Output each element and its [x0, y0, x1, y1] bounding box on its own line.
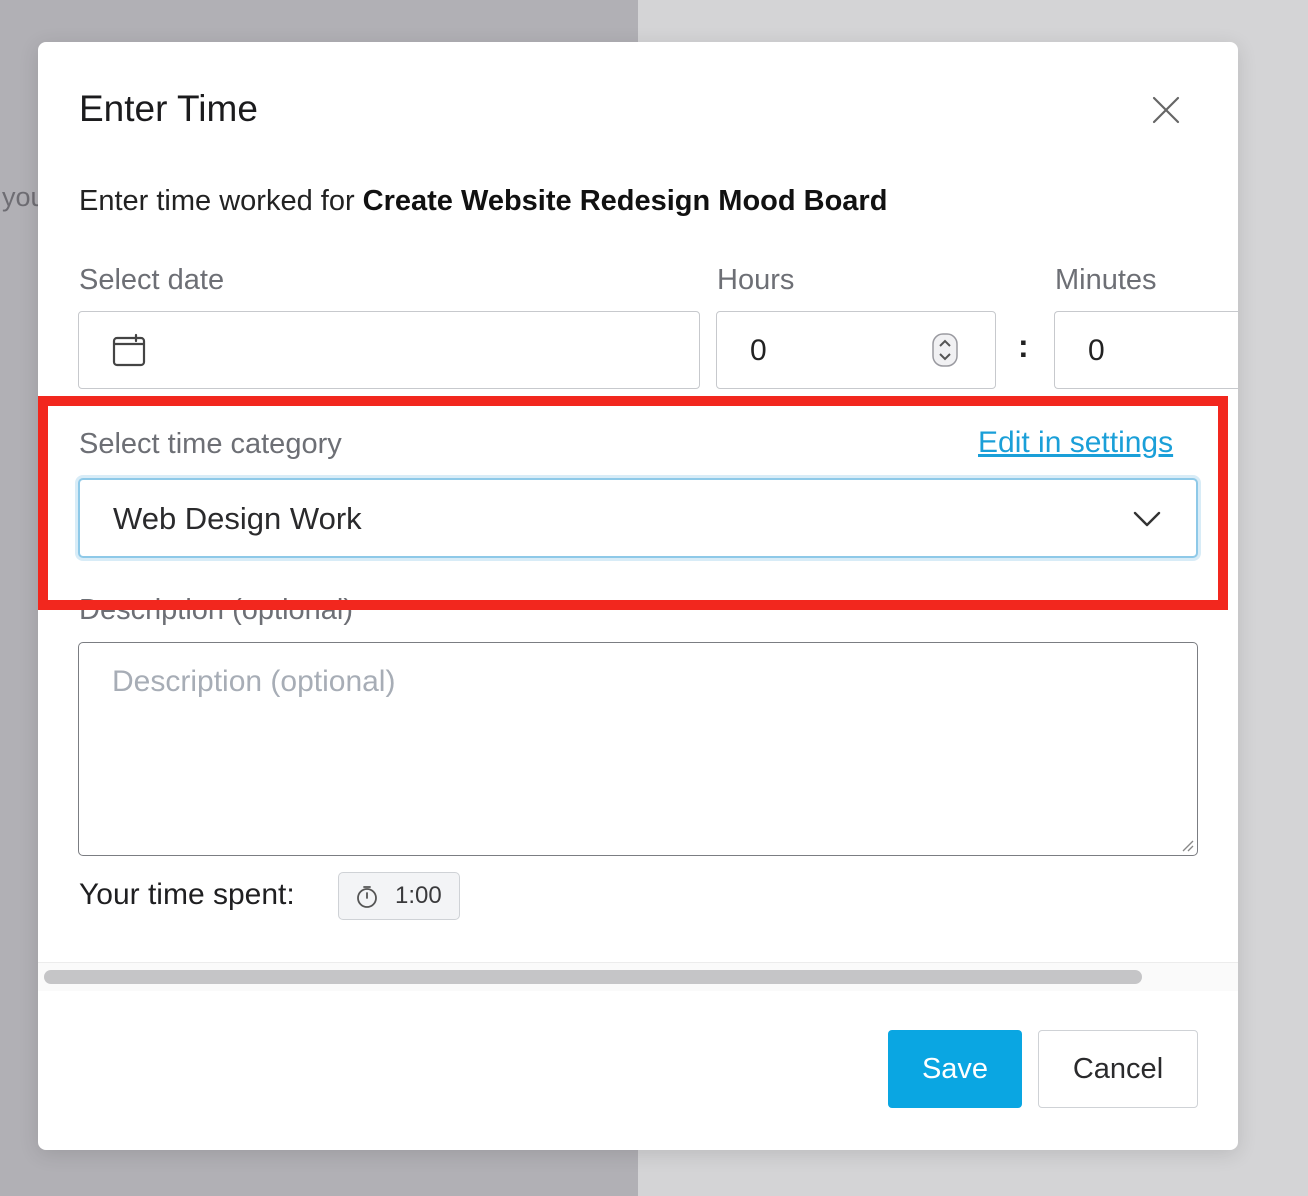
minutes-input[interactable]: 0: [1054, 311, 1238, 389]
horizontal-scrollbar[interactable]: [38, 962, 1238, 991]
spinner-icon: [932, 333, 958, 367]
time-category-select[interactable]: Web Design Work: [78, 478, 1198, 558]
minutes-label: Minutes: [1055, 264, 1157, 296]
scrollbar-thumb[interactable]: [44, 970, 1142, 984]
time-category-label: Select time category: [79, 428, 342, 460]
time-separator: :: [1018, 328, 1029, 364]
minutes-value: 0: [1088, 334, 1105, 367]
description-placeholder: Description (optional): [112, 665, 396, 698]
dialog-title: Enter Time: [79, 88, 258, 129]
hours-label: Hours: [717, 264, 795, 296]
resize-grip-icon: [1182, 840, 1194, 852]
stopwatch-icon: [357, 886, 377, 908]
close-button[interactable]: [1148, 92, 1184, 128]
time-category-value: Web Design Work: [113, 501, 362, 536]
description-label: Description (optional): [79, 594, 354, 626]
time-spent-value: 1:00: [395, 882, 442, 909]
chevron-down-icon: [1133, 511, 1161, 527]
date-label: Select date: [79, 264, 225, 296]
close-icon: [1152, 96, 1180, 124]
hours-value: 0: [750, 334, 767, 367]
hours-input[interactable]: 0: [716, 311, 996, 389]
calendar-icon: [112, 333, 146, 367]
edit-in-settings-link[interactable]: Edit in settings: [978, 426, 1173, 460]
save-button[interactable]: Save: [888, 1030, 1022, 1108]
time-spent-badge: 1:00: [338, 872, 460, 920]
cancel-button[interactable]: Cancel: [1038, 1030, 1198, 1108]
dialog-subtitle: Enter time worked for Create Website Red…: [79, 185, 887, 218]
time-spent-label: Your time spent:: [79, 878, 295, 911]
date-input[interactable]: [78, 311, 700, 389]
subtitle-prefix: Enter time worked for: [79, 185, 363, 217]
description-textarea[interactable]: Description (optional): [78, 642, 1198, 856]
enter-time-dialog: Enter Time Enter time worked for Create …: [38, 42, 1238, 1150]
task-name: Create Website Redesign Mood Board: [362, 185, 888, 217]
